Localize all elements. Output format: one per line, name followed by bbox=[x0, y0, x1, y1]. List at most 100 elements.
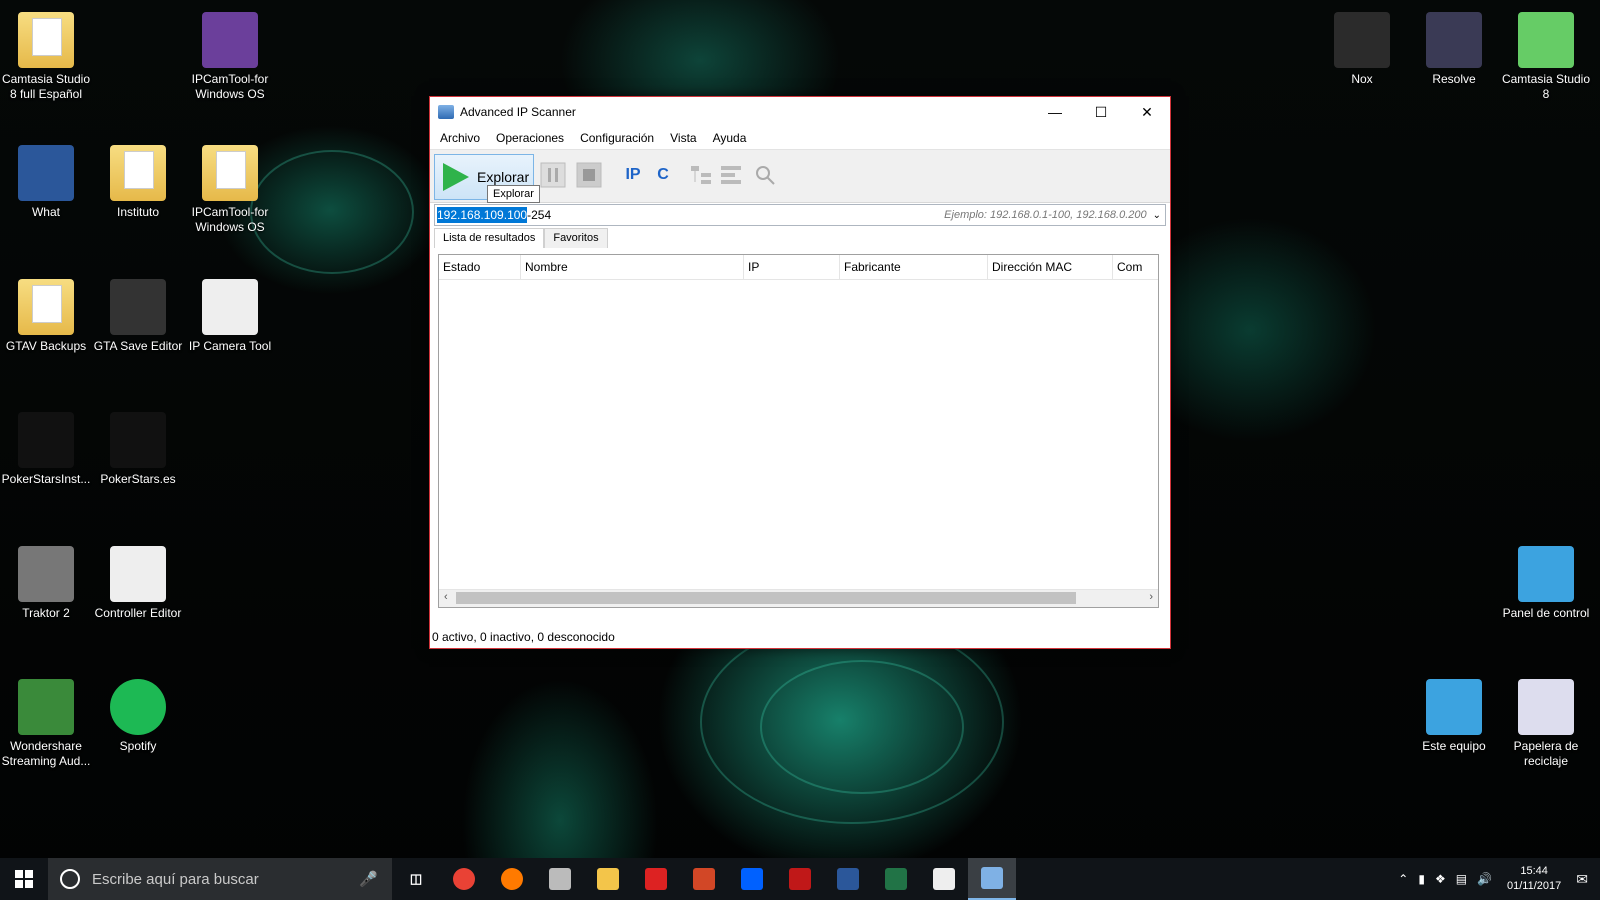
right-icon-5[interactable]: Papelera de reciclaje bbox=[1500, 679, 1592, 769]
chevron-up-icon[interactable]: ⌃ bbox=[1398, 872, 1408, 886]
left-icon-10[interactable]: Traktor 2 bbox=[0, 546, 92, 621]
search-box[interactable]: Escribe aquí para buscar 🎤 bbox=[48, 858, 392, 900]
ip-scanner-icon bbox=[981, 867, 1003, 889]
battery-icon[interactable]: ▮ bbox=[1418, 872, 1425, 886]
search-placeholder: Escribe aquí para buscar bbox=[92, 870, 259, 888]
left-icon-0[interactable]: Camtasia Studio 8 full Español bbox=[0, 12, 92, 102]
desktop-icon-label: Traktor 2 bbox=[22, 606, 70, 620]
scroll-right-icon[interactable]: › bbox=[1149, 591, 1153, 603]
taskbar-firefox-button[interactable] bbox=[488, 858, 536, 900]
column-fabricante[interactable]: Fabricante bbox=[840, 255, 988, 279]
ip-range-input[interactable]: 192.168.109.100 -254 Ejemplo: 192.168.0.… bbox=[434, 204, 1166, 226]
network-icon[interactable]: ▤ bbox=[1456, 872, 1467, 886]
folder-icon bbox=[110, 145, 166, 201]
tab-results[interactable]: Lista de resultados bbox=[434, 228, 545, 248]
taskbar-excel-button[interactable] bbox=[872, 858, 920, 900]
left-icon-8[interactable]: PokerStarsInst... bbox=[0, 412, 92, 487]
results-list[interactable]: Estado Nombre IP Fabricante Dirección MA… bbox=[438, 254, 1159, 608]
left-icon-3[interactable]: Instituto bbox=[92, 145, 184, 220]
collapse-tree-button[interactable] bbox=[716, 160, 746, 190]
right-icon-2[interactable]: Camtasia Studio 8 bbox=[1500, 12, 1592, 102]
scroll-left-icon[interactable]: ‹ bbox=[444, 591, 448, 603]
menu-archivo[interactable]: Archivo bbox=[432, 131, 488, 145]
title-bar[interactable]: Advanced IP Scanner — ☐ ✕ bbox=[430, 97, 1170, 127]
start-button[interactable] bbox=[0, 858, 48, 900]
volume-icon[interactable]: 🔊 bbox=[1477, 872, 1492, 886]
column-nombre[interactable]: Nombre bbox=[521, 255, 744, 279]
clock[interactable]: 15:44 01/11/2017 bbox=[1507, 864, 1561, 894]
menu-vista[interactable]: Vista bbox=[662, 131, 704, 145]
left-icon-12[interactable]: Wondershare Streaming Aud... bbox=[0, 679, 92, 769]
desktop-icon-label: IP Camera Tool bbox=[188, 339, 272, 353]
toolbar: Explorar IP C bbox=[430, 149, 1170, 203]
menu-configuracion[interactable]: Configuración bbox=[572, 131, 662, 145]
left-icon-2[interactable]: What bbox=[0, 145, 92, 220]
left-icon-1[interactable]: IPCamTool-for Windows OS bbox=[184, 12, 276, 102]
column-headers: Estado Nombre IP Fabricante Dirección MA… bbox=[439, 255, 1158, 280]
excel-icon bbox=[885, 868, 907, 890]
menu-operaciones[interactable]: Operaciones bbox=[488, 131, 572, 145]
column-ip[interactable]: IP bbox=[744, 255, 840, 279]
search-button[interactable] bbox=[750, 160, 780, 190]
c-icon: C bbox=[657, 166, 669, 183]
app-icon bbox=[549, 868, 571, 890]
left-icon-4[interactable]: IPCamTool-for Windows OS bbox=[184, 145, 276, 235]
desktop-icon-label: IPCamTool-for Windows OS bbox=[191, 205, 269, 234]
tooltip: Explorar bbox=[487, 185, 540, 203]
resolve-icon bbox=[1426, 12, 1482, 68]
scroll-thumb[interactable] bbox=[456, 592, 1076, 604]
expand-tree-icon bbox=[691, 166, 711, 184]
taskbar: Escribe aquí para buscar 🎤 ◫ ⌃ ▮ ❖ ▤ 🔊 1… bbox=[0, 858, 1600, 900]
folder-icon bbox=[202, 145, 258, 201]
microphone-icon[interactable]: 🎤 bbox=[359, 870, 378, 888]
dropbox-tray-icon[interactable]: ❖ bbox=[1435, 872, 1446, 886]
taskbar-app-button[interactable] bbox=[536, 858, 584, 900]
taskbar-powerpoint-button[interactable] bbox=[680, 858, 728, 900]
tab-favorites[interactable]: Favoritos bbox=[544, 228, 608, 248]
maximize-icon[interactable]: ☐ bbox=[1078, 97, 1124, 127]
taskbar-word-button[interactable] bbox=[824, 858, 872, 900]
wondershare-icon bbox=[18, 679, 74, 735]
menu-ayuda[interactable]: Ayuda bbox=[705, 131, 755, 145]
pause-button[interactable] bbox=[538, 160, 568, 190]
ip-button[interactable]: IP bbox=[618, 160, 648, 190]
right-icon-3[interactable]: Panel de control bbox=[1500, 546, 1592, 621]
left-icon-9[interactable]: PokerStars.es bbox=[92, 412, 184, 487]
app-icon bbox=[438, 105, 454, 119]
left-icon-5[interactable]: GTAV Backups bbox=[0, 279, 92, 354]
task-view-button[interactable]: ◫ bbox=[392, 858, 440, 900]
notifications-icon[interactable]: ✉ bbox=[1576, 871, 1588, 888]
taskbar-mail-button[interactable] bbox=[920, 858, 968, 900]
close-icon[interactable]: ✕ bbox=[1124, 97, 1170, 127]
column-estado[interactable]: Estado bbox=[439, 255, 521, 279]
left-icon-7[interactable]: IP Camera Tool bbox=[184, 279, 276, 354]
c-button[interactable]: C bbox=[648, 160, 678, 190]
left-icon-13[interactable]: Spotify bbox=[92, 679, 184, 754]
right-icon-0[interactable]: Nox bbox=[1316, 12, 1408, 87]
advanced-ip-scanner-window[interactable]: Advanced IP Scanner — ☐ ✕ Archivo Operac… bbox=[429, 96, 1171, 649]
taskbar-pokerstars-button[interactable] bbox=[632, 858, 680, 900]
taskbar-dropbox-button[interactable] bbox=[728, 858, 776, 900]
left-icon-6[interactable]: GTA Save Editor bbox=[92, 279, 184, 354]
cortana-icon bbox=[60, 869, 80, 889]
left-icon-11[interactable]: Controller Editor bbox=[92, 546, 184, 621]
right-icon-1[interactable]: Resolve bbox=[1408, 12, 1500, 87]
traktor-icon bbox=[18, 546, 74, 602]
ip-range-selected: 192.168.109.100 bbox=[437, 207, 528, 223]
taskbar-ip-scanner-button[interactable] bbox=[968, 858, 1016, 900]
taskbar-mcafee-button[interactable] bbox=[776, 858, 824, 900]
minimize-icon[interactable]: — bbox=[1032, 97, 1078, 127]
taskbar-chrome-button[interactable] bbox=[440, 858, 488, 900]
stop-button[interactable] bbox=[574, 160, 604, 190]
firefox-icon bbox=[501, 868, 523, 890]
horizontal-scrollbar[interactable]: ‹ › bbox=[439, 589, 1158, 607]
word-icon bbox=[837, 868, 859, 890]
column-mac[interactable]: Dirección MAC bbox=[988, 255, 1113, 279]
right-icon-4[interactable]: Este equipo bbox=[1408, 679, 1500, 754]
desktop-icon-label: Panel de control bbox=[1502, 606, 1590, 620]
chevron-down-icon[interactable]: ⌄ bbox=[1153, 210, 1161, 221]
taskbar-explorer-button[interactable] bbox=[584, 858, 632, 900]
desktop-icon-label: Instituto bbox=[116, 205, 160, 219]
expand-tree-button[interactable] bbox=[686, 160, 716, 190]
column-com[interactable]: Com bbox=[1113, 255, 1151, 279]
